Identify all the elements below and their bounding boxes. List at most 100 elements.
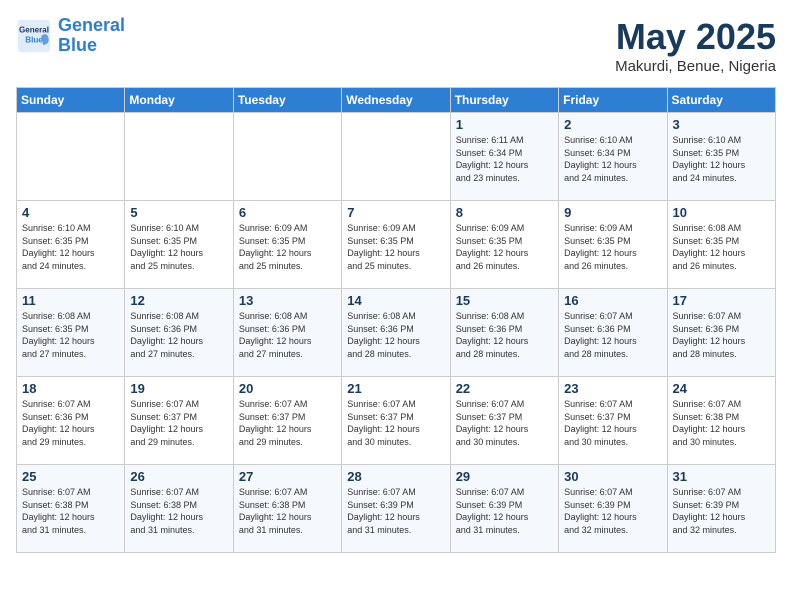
calendar-cell: 25Sunrise: 6:07 AM Sunset: 6:38 PM Dayli…	[17, 465, 125, 553]
day-number: 2	[564, 117, 661, 132]
day-info: Sunrise: 6:08 AM Sunset: 6:36 PM Dayligh…	[239, 310, 336, 360]
logo: General Blue General Blue	[16, 16, 125, 56]
calendar-cell	[17, 113, 125, 201]
day-info: Sunrise: 6:07 AM Sunset: 6:39 PM Dayligh…	[564, 486, 661, 536]
calendar-cell: 29 Sunrise: 6:07 AM Sunset: 6:39 PM Dayli…	[450, 465, 558, 553]
calendar-cell: 31Sunrise: 6:07 AM Sunset: 6:39 PM Dayli…	[667, 465, 775, 553]
calendar-cell: 24 Sunrise: 6:07 AM Sunset: 6:38 PM Dayli…	[667, 377, 775, 465]
calendar-cell: 19 Sunrise: 6:07 AM Sunset: 6:37 PM Dayli…	[125, 377, 233, 465]
day-number: 9	[564, 205, 661, 220]
day-info: Sunrise: 6:07 AM Sunset: 6:37 PM Dayligh…	[130, 398, 227, 448]
day-number: 15	[456, 293, 553, 308]
calendar-cell: 26 Sunrise: 6:07 AM Sunset: 6:38 PM Dayli…	[125, 465, 233, 553]
calendar-cell: 9Sunrise: 6:09 AM Sunset: 6:35 PM Daylig…	[559, 201, 667, 289]
svg-text:Blue: Blue	[25, 35, 43, 44]
day-info: Sunrise: 6:10 AM Sunset: 6:35 PM Dayligh…	[22, 222, 119, 272]
day-info: Sunrise: 6:07 AM Sunset: 6:37 PM Dayligh…	[564, 398, 661, 448]
day-info: Sunrise: 6:07 AM Sunset: 6:39 PM Dayligh…	[456, 486, 553, 536]
day-number: 26	[130, 469, 227, 484]
day-number: 21	[347, 381, 444, 396]
calendar-cell: 4 Sunrise: 6:10 AM Sunset: 6:35 PM Daylig…	[17, 201, 125, 289]
day-number: 31	[673, 469, 770, 484]
calendar-cell: 20Sunrise: 6:07 AM Sunset: 6:37 PM Dayli…	[233, 377, 341, 465]
month-title: May 2025	[615, 16, 776, 58]
day-info: Sunrise: 6:07 AM Sunset: 6:37 PM Dayligh…	[347, 398, 444, 448]
calendar-cell	[233, 113, 341, 201]
weekday-header: Tuesday	[233, 88, 341, 113]
day-info: Sunrise: 6:10 AM Sunset: 6:35 PM Dayligh…	[130, 222, 227, 272]
weekday-header: Thursday	[450, 88, 558, 113]
day-number: 16	[564, 293, 661, 308]
day-info: Sunrise: 6:07 AM Sunset: 6:39 PM Dayligh…	[347, 486, 444, 536]
day-info: Sunrise: 6:07 AM Sunset: 6:36 PM Dayligh…	[564, 310, 661, 360]
day-number: 4	[22, 205, 119, 220]
calendar-week-row: 4 Sunrise: 6:10 AM Sunset: 6:35 PM Daylig…	[17, 201, 776, 289]
page-header: General Blue General Blue May 2025 Makur…	[16, 16, 776, 75]
calendar-cell: 12Sunrise: 6:08 AM Sunset: 6:36 PM Dayli…	[125, 289, 233, 377]
day-info: Sunrise: 6:07 AM Sunset: 6:38 PM Dayligh…	[239, 486, 336, 536]
day-number: 7	[347, 205, 444, 220]
day-info: Sunrise: 6:10 AM Sunset: 6:34 PM Dayligh…	[564, 134, 661, 184]
day-number: 28	[347, 469, 444, 484]
weekday-header: Wednesday	[342, 88, 450, 113]
calendar-cell: 15 Sunrise: 6:08 AM Sunset: 6:36 PM Dayli…	[450, 289, 558, 377]
calendar-week-row: 1 Sunrise: 6:11 AM Sunset: 6:34 PM Daylig…	[17, 113, 776, 201]
calendar-week-row: 25Sunrise: 6:07 AM Sunset: 6:38 PM Dayli…	[17, 465, 776, 553]
day-number: 29	[456, 469, 553, 484]
calendar-table: SundayMondayTuesdayWednesdayThursdayFrid…	[16, 87, 776, 553]
day-number: 5	[130, 205, 227, 220]
day-info: Sunrise: 6:07 AM Sunset: 6:38 PM Dayligh…	[22, 486, 119, 536]
day-info: Sunrise: 6:09 AM Sunset: 6:35 PM Dayligh…	[239, 222, 336, 272]
calendar-cell	[342, 113, 450, 201]
day-number: 8	[456, 205, 553, 220]
day-number: 19	[130, 381, 227, 396]
day-info: Sunrise: 6:08 AM Sunset: 6:35 PM Dayligh…	[22, 310, 119, 360]
day-number: 30	[564, 469, 661, 484]
day-info: Sunrise: 6:07 AM Sunset: 6:37 PM Dayligh…	[239, 398, 336, 448]
calendar-week-row: 18Sunrise: 6:07 AM Sunset: 6:36 PM Dayli…	[17, 377, 776, 465]
day-number: 17	[673, 293, 770, 308]
weekday-header: Monday	[125, 88, 233, 113]
calendar-cell: 16 Sunrise: 6:07 AM Sunset: 6:36 PM Dayli…	[559, 289, 667, 377]
weekday-header: Friday	[559, 88, 667, 113]
calendar-cell: 21 Sunrise: 6:07 AM Sunset: 6:37 PM Dayli…	[342, 377, 450, 465]
day-number: 10	[673, 205, 770, 220]
calendar-cell: 1 Sunrise: 6:11 AM Sunset: 6:34 PM Daylig…	[450, 113, 558, 201]
day-info: Sunrise: 6:09 AM Sunset: 6:35 PM Dayligh…	[347, 222, 444, 272]
logo-icon: General Blue	[16, 18, 52, 54]
weekday-header: Sunday	[17, 88, 125, 113]
day-number: 27	[239, 469, 336, 484]
day-number: 24	[673, 381, 770, 396]
calendar-cell: 3 Sunrise: 6:10 AM Sunset: 6:35 PM Daylig…	[667, 113, 775, 201]
day-info: Sunrise: 6:07 AM Sunset: 6:38 PM Dayligh…	[673, 398, 770, 448]
day-info: Sunrise: 6:07 AM Sunset: 6:38 PM Dayligh…	[130, 486, 227, 536]
day-number: 22	[456, 381, 553, 396]
day-info: Sunrise: 6:07 AM Sunset: 6:37 PM Dayligh…	[456, 398, 553, 448]
calendar-cell: 18Sunrise: 6:07 AM Sunset: 6:36 PM Dayli…	[17, 377, 125, 465]
weekday-header: Saturday	[667, 88, 775, 113]
calendar-cell: 22 Sunrise: 6:07 AM Sunset: 6:37 PM Dayli…	[450, 377, 558, 465]
day-number: 1	[456, 117, 553, 132]
calendar-cell: 2 Sunrise: 6:10 AM Sunset: 6:34 PM Daylig…	[559, 113, 667, 201]
svg-text:General: General	[19, 25, 49, 34]
day-info: Sunrise: 6:10 AM Sunset: 6:35 PM Dayligh…	[673, 134, 770, 184]
calendar-cell: 27 Sunrise: 6:07 AM Sunset: 6:38 PM Dayli…	[233, 465, 341, 553]
day-info: Sunrise: 6:08 AM Sunset: 6:36 PM Dayligh…	[130, 310, 227, 360]
calendar-cell: 30 Sunrise: 6:07 AM Sunset: 6:39 PM Dayli…	[559, 465, 667, 553]
logo-line2: Blue	[58, 35, 97, 55]
calendar-cell: 28 Sunrise: 6:07 AM Sunset: 6:39 PM Dayli…	[342, 465, 450, 553]
day-info: Sunrise: 6:07 AM Sunset: 6:36 PM Dayligh…	[22, 398, 119, 448]
day-number: 13	[239, 293, 336, 308]
day-number: 14	[347, 293, 444, 308]
day-info: Sunrise: 6:08 AM Sunset: 6:36 PM Dayligh…	[456, 310, 553, 360]
day-info: Sunrise: 6:07 AM Sunset: 6:36 PM Dayligh…	[673, 310, 770, 360]
calendar-cell: 7 Sunrise: 6:09 AM Sunset: 6:35 PM Daylig…	[342, 201, 450, 289]
calendar-cell: 17 Sunrise: 6:07 AM Sunset: 6:36 PM Dayli…	[667, 289, 775, 377]
calendar-cell: 6 Sunrise: 6:09 AM Sunset: 6:35 PM Daylig…	[233, 201, 341, 289]
day-number: 6	[239, 205, 336, 220]
location-subtitle: Makurdi, Benue, Nigeria	[615, 58, 776, 75]
calendar-cell: 11Sunrise: 6:08 AM Sunset: 6:35 PM Dayli…	[17, 289, 125, 377]
day-number: 3	[673, 117, 770, 132]
day-info: Sunrise: 6:11 AM Sunset: 6:34 PM Dayligh…	[456, 134, 553, 184]
calendar-cell: 14Sunrise: 6:08 AM Sunset: 6:36 PM Dayli…	[342, 289, 450, 377]
